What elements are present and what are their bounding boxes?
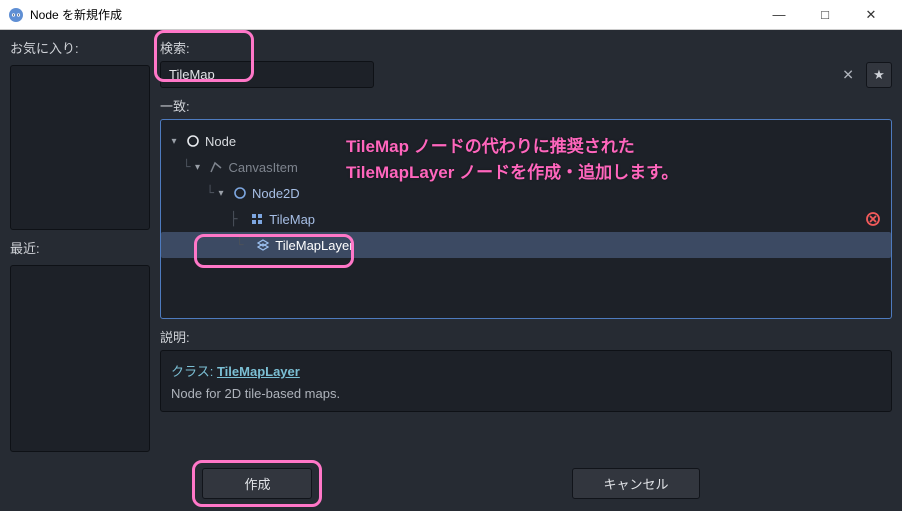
godot-icon	[8, 7, 24, 23]
canvasitem-icon	[208, 161, 224, 173]
tree-item-tilemaplayer[interactable]: └ TileMapLayer	[161, 232, 891, 258]
tree-item-label: TileMapLayer	[275, 238, 353, 253]
tilemaplayer-icon	[255, 239, 271, 251]
tree-item-label: Node	[205, 134, 236, 149]
favorite-toggle-button[interactable]: ★	[866, 62, 892, 88]
tree-item-label: TileMap	[269, 212, 315, 227]
description-label: 説明:	[160, 327, 892, 346]
clear-search-icon[interactable]: ✕	[842, 66, 854, 83]
class-heading: クラス: TileMapLayer	[171, 361, 881, 380]
tree-item-node[interactable]: ▾ Node	[167, 128, 885, 154]
star-icon: ★	[873, 67, 885, 83]
matches-label: 一致:	[160, 96, 892, 115]
window-title: Node を新規作成	[30, 6, 756, 23]
tree-item-label: Node2D	[252, 186, 300, 201]
tree-item-node2d[interactable]: └ ▾ Node2D	[167, 180, 885, 206]
node-icon	[185, 135, 201, 147]
matches-tree[interactable]: ▾ Node └ ▾ CanvasItem └ ▾	[160, 119, 892, 319]
description-body: Node for 2D tile-based maps.	[171, 386, 881, 401]
description-panel: クラス: TileMapLayer Node for 2D tile-based…	[160, 350, 892, 412]
window-maximize-button[interactable]: □	[802, 0, 848, 30]
tree-item-canvasitem[interactable]: └ ▾ CanvasItem	[167, 154, 885, 180]
left-sidebar: お気に入り: 最近:	[10, 38, 150, 452]
window-close-button[interactable]: ✕	[848, 0, 894, 30]
node2d-icon	[232, 187, 248, 199]
recent-label: 最近:	[10, 238, 150, 257]
deprecated-warning-icon	[865, 211, 881, 227]
tree-item-label: CanvasItem	[228, 160, 297, 175]
window-minimize-button[interactable]: —	[756, 0, 802, 30]
class-link[interactable]: TileMapLayer	[217, 364, 300, 379]
chevron-down-icon[interactable]: ▾	[190, 162, 204, 173]
search-label: 検索:	[160, 38, 892, 57]
cancel-button[interactable]: キャンセル	[572, 468, 699, 499]
recent-panel[interactable]	[10, 265, 150, 452]
favorites-label: お気に入り:	[10, 38, 150, 57]
create-button[interactable]: 作成	[202, 468, 312, 499]
tree-item-tilemap[interactable]: ├ TileMap	[167, 206, 885, 232]
chevron-down-icon[interactable]: ▾	[214, 188, 228, 199]
search-input[interactable]	[160, 61, 374, 88]
chevron-down-icon[interactable]: ▾	[167, 136, 181, 147]
favorites-panel[interactable]	[10, 65, 150, 230]
window-titlebar: Node を新規作成 — □ ✕	[0, 0, 902, 30]
tilemap-icon	[249, 213, 265, 225]
